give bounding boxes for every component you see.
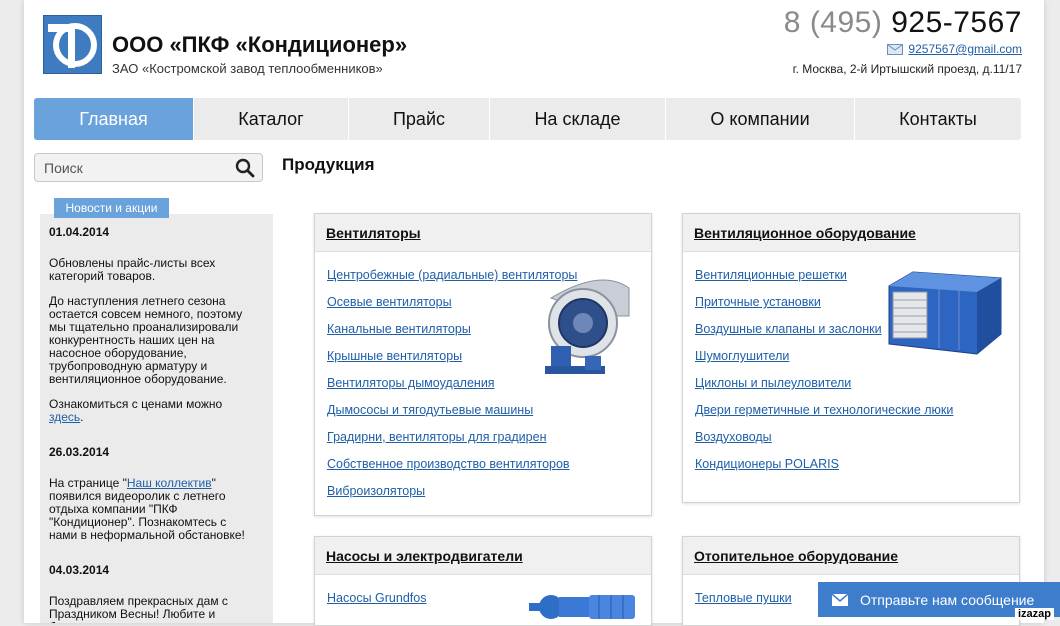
phone-number[interactable]: 8 (495) 925-7567 <box>784 6 1022 40</box>
category-link[interactable]: Центробежные (радиальные) вентиляторы <box>327 268 577 295</box>
category-link[interactable]: Собственное производство вентиляторов <box>327 457 577 484</box>
category-link[interactable]: Градирни, вентиляторы для градирен <box>327 430 577 457</box>
category-link[interactable]: Вентиляторы дымоудаления <box>327 376 577 403</box>
page-title: Продукция <box>282 155 375 174</box>
category-link[interactable]: Насосы Grundfos <box>327 591 426 618</box>
nav-item-about[interactable]: О компании <box>666 98 855 140</box>
category-link[interactable]: Крышные вентиляторы <box>327 349 577 376</box>
category-link[interactable]: Виброизоляторы <box>327 484 577 511</box>
card-title[interactable]: Вентиляционное оборудование <box>683 214 1019 252</box>
email-block: 9257567@gmail.com <box>887 42 1022 56</box>
news-text: Ознакомиться с ценами можно здесь. <box>49 398 254 424</box>
air-handling-unit-image <box>888 271 1002 355</box>
news-date: 04.03.2014 <box>49 563 110 577</box>
category-link[interactable]: Тепловые пушки <box>695 591 792 618</box>
news-text-part: На странице " <box>49 476 127 490</box>
category-card-fans: Вентиляторы Центробежные (радиальные) ве… <box>314 213 652 516</box>
card-title[interactable]: Отопительное оборудование <box>683 537 1019 575</box>
send-message-label: Отправьте нам сообщение <box>860 591 1035 608</box>
category-link[interactable]: Кондиционеры POLARIS <box>695 457 953 484</box>
news-text: До наступления летнего сезона остается с… <box>49 294 243 386</box>
category-card-ventilation: Вентиляционное оборудование Вентиляционн… <box>682 213 1020 503</box>
centrifugal-fan-image <box>545 279 630 374</box>
main-nav: Главная Каталог Прайс На складе О компан… <box>34 98 1021 140</box>
category-link[interactable]: Осевые вентиляторы <box>327 295 577 322</box>
address: г. Москва, 2-й Иртышский проезд, д.11/17 <box>792 62 1022 76</box>
card-links: Тепловые пушки <box>695 591 792 618</box>
email-link[interactable]: 9257567@gmail.com <box>908 42 1022 56</box>
phone-code: 8 (495) <box>783 6 883 39</box>
card-title[interactable]: Насосы и электродвигатели <box>315 537 651 575</box>
envelope-icon <box>832 593 848 606</box>
category-link[interactable]: Воздуховоды <box>695 430 953 457</box>
news-link-here[interactable]: здесь <box>49 410 80 424</box>
news-text: Обновлены прайс-листы всех категорий тов… <box>49 256 216 283</box>
logo-icon <box>48 23 97 68</box>
news-list: 01.04.2014 Обновлены прайс-листы всех ка… <box>49 225 254 624</box>
pump-image <box>529 595 635 619</box>
phone-main: 925-7567 <box>891 6 1022 39</box>
news-text-part: . <box>80 410 84 424</box>
search-input[interactable] <box>44 158 224 178</box>
search-box <box>34 153 263 182</box>
nav-item-price[interactable]: Прайс <box>349 98 490 140</box>
nav-item-contacts[interactable]: Контакты <box>855 98 1021 140</box>
company-name: ООО «ПКФ «Кондиционер» <box>112 32 408 57</box>
search-icon[interactable] <box>235 158 255 178</box>
company-subtitle: ЗАО «Костромской завод теплообменников» <box>112 61 383 76</box>
news-link-team[interactable]: Наш коллектив <box>127 476 212 490</box>
news-date: 01.04.2014 <box>49 225 110 239</box>
category-link[interactable]: Двери герметичные и технологические люки <box>695 403 953 430</box>
news-text: Поздравляем прекрасных дам с Праздником … <box>49 594 228 624</box>
company-logo[interactable] <box>43 15 102 74</box>
nav-item-catalog[interactable]: Каталог <box>194 98 349 140</box>
news-tab[interactable]: Новости и акции <box>54 198 169 218</box>
card-links: Насосы Grundfos <box>327 591 426 618</box>
news-text: На странице "Наш коллектив" появился вид… <box>49 477 254 542</box>
card-title[interactable]: Вентиляторы <box>315 214 651 252</box>
category-link[interactable]: Дымососы и тягодутьевые машины <box>327 403 577 430</box>
news-date: 26.03.2014 <box>49 445 110 459</box>
news-panel: 01.04.2014 Обновлены прайс-листы всех ка… <box>40 214 273 623</box>
nav-item-stock[interactable]: На складе <box>490 98 666 140</box>
watermark: izazap <box>1014 608 1054 620</box>
category-link[interactable]: Канальные вентиляторы <box>327 322 577 349</box>
category-link[interactable]: Циклоны и пылеуловители <box>695 376 953 403</box>
nav-item-home[interactable]: Главная <box>34 98 194 140</box>
card-links: Центробежные (радиальные) вентиляторы Ос… <box>327 268 577 511</box>
category-card-pumps: Насосы и электродвигатели Насосы Grundfo… <box>314 536 652 626</box>
news-text-part: Ознакомиться с ценами можно <box>49 397 223 411</box>
envelope-icon <box>887 43 904 55</box>
